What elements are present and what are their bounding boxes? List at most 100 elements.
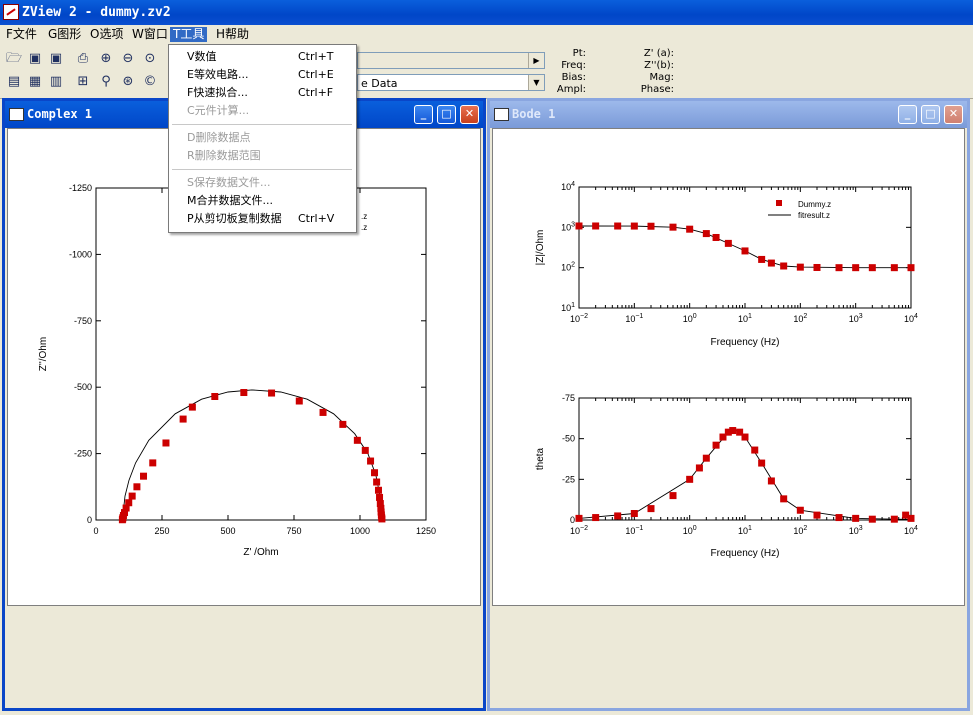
data-type-selector[interactable]: e Data ▼ [357, 74, 545, 91]
autoscale-icon[interactable]: © [141, 73, 159, 91]
legend-fragment: .z [361, 212, 367, 221]
bode-window-titlebar[interactable]: Bode 1 _ □ ✕ [490, 101, 967, 128]
data-point [751, 446, 759, 454]
y-tick-label: 104 [561, 181, 575, 192]
x-tick-label: 104 [904, 525, 918, 536]
data-point [319, 408, 327, 416]
menu-item-element-calc[interactable]: C元件计算... [187, 103, 249, 119]
data-type-selector-value: e Data [361, 77, 398, 90]
menu-item-label: V数值 [187, 50, 217, 63]
zoom-window-icon[interactable]: ⊙ [141, 50, 159, 68]
data-point [702, 454, 710, 462]
menu-window[interactable]: W窗口 [129, 27, 171, 42]
freq-label: Freq: [561, 60, 586, 71]
menu-tools[interactable]: T工具 [170, 27, 208, 42]
menu-item-label: E等效电路... [187, 68, 249, 81]
data-point [741, 433, 749, 441]
data-point [729, 427, 737, 435]
data-point [813, 511, 821, 519]
mag-label: Mag: [649, 72, 674, 83]
menu-help[interactable]: H帮助 [213, 27, 252, 42]
maximize-button[interactable]: □ [921, 105, 940, 124]
menu-item-equivalent-circuit[interactable]: E等效电路... Ctrl+E [187, 67, 334, 83]
x-tick-label: 10−2 [570, 525, 588, 536]
data-point [712, 233, 720, 241]
data-point [361, 446, 369, 454]
menu-item-delete-point[interactable]: D删除数据点 [187, 130, 250, 146]
menu-item-paste-clipboard[interactable]: P从剪切板复制数据 Ctrl+V [187, 211, 334, 227]
x-tick-label: 10−1 [625, 525, 643, 536]
menu-separator [172, 124, 352, 125]
data-point [686, 225, 694, 233]
x-tick-label: 1000 [350, 526, 370, 536]
data-point [378, 515, 386, 523]
menu-item-label: P从剪切板复制数据 [187, 212, 282, 225]
minimize-button[interactable]: _ [414, 105, 433, 124]
x-tick-label: 104 [904, 313, 918, 324]
menu-separator [172, 169, 352, 170]
graph-icon[interactable]: ▥ [47, 73, 65, 91]
legend-fragment: .z [361, 223, 367, 232]
y-tick-label: -1250 [69, 183, 92, 193]
data-file-selector[interactable]: ▶ [357, 52, 545, 69]
data-point [758, 255, 766, 263]
data-point [367, 457, 375, 465]
y-tick-label: 103 [561, 221, 575, 232]
minimize-button[interactable]: _ [898, 105, 917, 124]
data-point [211, 392, 219, 400]
bode-window: Bode 1 _ □ ✕ 10−2 10−1 100 101 102 103 104 101 1… [487, 98, 970, 711]
close-button[interactable]: ✕ [944, 105, 963, 124]
menu-item-values[interactable]: V数值 Ctrl+T [187, 49, 334, 65]
menu-item-label: M合并数据文件... [187, 194, 273, 207]
x-tick-label: 102 [793, 525, 807, 536]
menu-item-label: F快速拟合... [187, 86, 248, 99]
menu-item-save-data[interactable]: S保存数据文件... [187, 175, 270, 191]
menu-options[interactable]: O选项 [87, 27, 126, 42]
data-point [128, 492, 136, 500]
data-point [592, 514, 600, 522]
bode-plot-area[interactable]: 10−2 10−1 100 101 102 103 104 101 102 103 104 Frequ… [492, 128, 965, 606]
phase-label: Phase: [640, 84, 674, 95]
data-point [295, 397, 303, 405]
zoom-tool-icon[interactable]: ⚲ [97, 73, 115, 91]
menu-item-quick-fit[interactable]: F快速拟合... Ctrl+F [187, 85, 333, 101]
data-point [339, 420, 347, 428]
print-icon[interactable]: ⎙ [74, 50, 92, 68]
y-tick-label: -1000 [69, 249, 92, 259]
data-point [149, 459, 157, 467]
data-point [712, 441, 720, 449]
data-point [575, 514, 583, 522]
pt-label: Pt: [572, 48, 586, 59]
data-point [686, 475, 694, 483]
y-tick-label: 0 [87, 515, 92, 525]
data-point [702, 230, 710, 238]
maximize-button[interactable]: □ [437, 105, 456, 124]
new-graph-icon[interactable]: ▤ [5, 73, 23, 91]
menu-file[interactable]: F文件 [3, 27, 40, 42]
zoom-out-icon[interactable]: ⊖ [119, 50, 137, 68]
data-point [353, 436, 361, 444]
save-all-icon[interactable]: ▣ [47, 50, 65, 68]
close-button[interactable]: ✕ [460, 105, 479, 124]
menu-item-shortcut: Ctrl+V [298, 212, 335, 225]
zview-app-icon [3, 4, 19, 20]
menu-item-delete-range[interactable]: R删除数据范围 [187, 148, 261, 164]
data-point [796, 263, 804, 271]
zoom-reset-icon[interactable]: ⊛ [119, 73, 137, 91]
app-title-bar[interactable]: ZView 2 - dummy.zv2 [0, 0, 973, 25]
x-tick-label: 101 [738, 313, 752, 324]
menu-item-label: C元件计算... [187, 104, 250, 117]
save-icon[interactable]: ▣ [26, 50, 44, 68]
open-folder-icon[interactable]: 🗁 [5, 50, 23, 68]
menu-item-merge-data[interactable]: M合并数据文件... [187, 193, 273, 209]
zim-label: Z''(b): [644, 60, 674, 71]
zoom-in-icon[interactable]: ⊕ [97, 50, 115, 68]
bode-window-title: Bode 1 [512, 107, 556, 121]
menu-bar: F文件 G图形 O选项 W窗口 T工具 H帮助 [0, 25, 973, 44]
table-icon[interactable]: ▦ [26, 73, 44, 91]
data-point [630, 222, 638, 230]
menu-item-label: S保存数据文件... [187, 176, 271, 189]
fit-icon[interactable]: ⊞ [74, 73, 92, 91]
menu-graph[interactable]: G图形 [45, 27, 84, 42]
menu-item-label: R删除数据范围 [187, 149, 261, 162]
